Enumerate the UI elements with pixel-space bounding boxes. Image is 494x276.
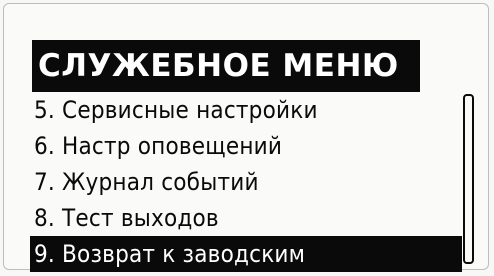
scrollbar[interactable] — [463, 94, 474, 264]
menu-item-event-log[interactable]: 7. Журнал событий — [30, 164, 462, 200]
device-display-frame: СЛУЖЕБНОЕ МЕНЮ 5. Сервисные настройки 6.… — [3, 3, 489, 272]
menu-list: 5. Сервисные настройки 6. Настр оповещен… — [30, 92, 462, 272]
menu-item-service-settings[interactable]: 5. Сервисные настройки — [30, 92, 462, 128]
menu-item-notification-settings[interactable]: 6. Настр оповещений — [30, 128, 462, 164]
menu-title: СЛУЖЕБНОЕ МЕНЮ — [32, 40, 420, 92]
menu-item-output-test[interactable]: 8. Тест выходов — [30, 200, 462, 236]
menu-item-factory-reset[interactable]: 9. Возврат к заводским — [30, 236, 462, 272]
lcd-screen: СЛУЖЕБНОЕ МЕНЮ 5. Сервисные настройки 6.… — [26, 32, 478, 272]
